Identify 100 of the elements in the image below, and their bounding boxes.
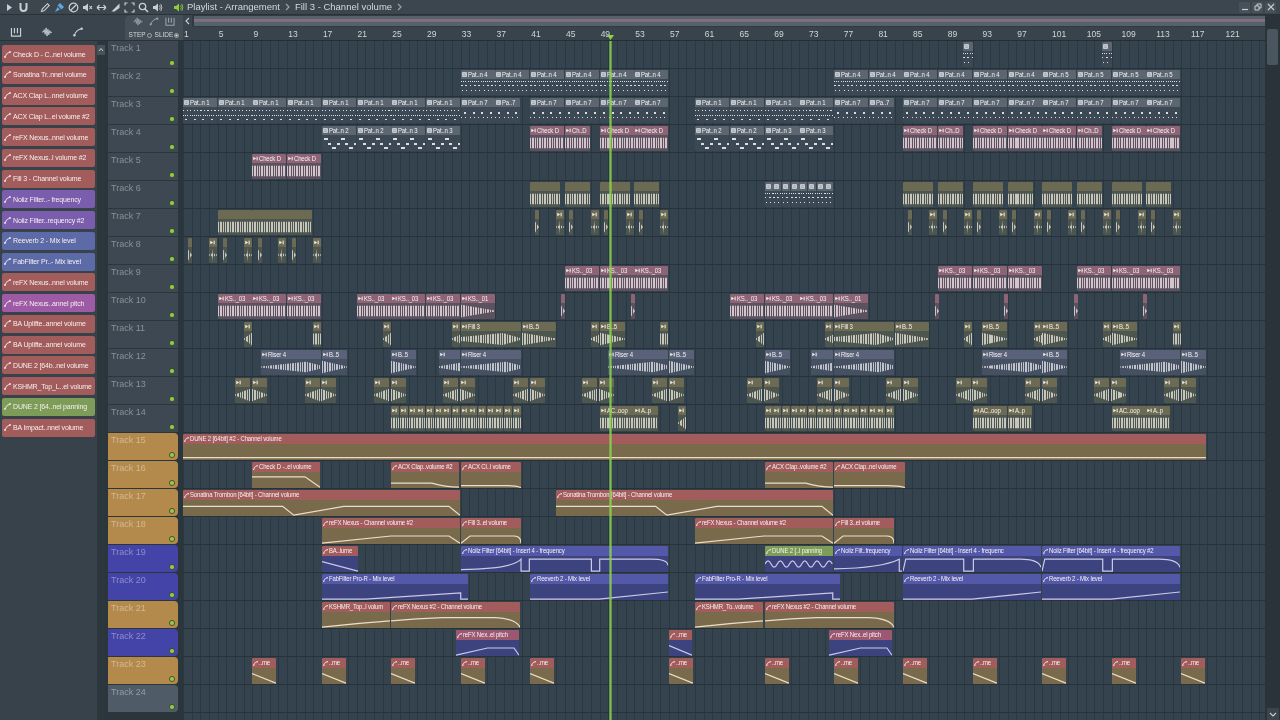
status-dot-icon[interactable] — [169, 396, 175, 402]
timeline-ruler[interactable]: 1 5 9 13 17 21 25 29 33 37 41 45 49 53 57 61 65 69 73 77 81 85 89 93 97 101 105 109 113 117 121 — [183, 27, 1265, 41]
status-dot-icon[interactable] — [169, 564, 175, 570]
audio-clip[interactable] — [886, 406, 894, 431]
audio-clip[interactable] — [1034, 322, 1042, 347]
audio-clip[interactable] — [223, 238, 227, 263]
audio-clip[interactable] — [660, 210, 668, 235]
track-header[interactable]: Track 3 — [108, 97, 178, 124]
pattern-clip[interactable] — [825, 182, 833, 207]
track-header[interactable]: Track 12 — [108, 349, 178, 376]
audio-clip[interactable] — [591, 322, 599, 347]
audio-clip[interactable] — [530, 182, 560, 207]
audio-clip[interactable] — [1116, 210, 1120, 235]
status-dot-icon[interactable] — [169, 508, 175, 514]
audio-clip[interactable] — [999, 210, 1007, 235]
track-header[interactable]: Track 1 — [108, 41, 178, 68]
audio-clip[interactable] — [600, 182, 630, 207]
menu-arrow-icon[interactable] — [4, 1, 15, 13]
status-dot-icon[interactable] — [169, 312, 175, 318]
audio-clip[interactable] — [935, 294, 939, 319]
track-header[interactable]: Track 14 — [108, 405, 178, 432]
speaker-icon[interactable] — [173, 1, 184, 13]
audio-clip[interactable] — [634, 182, 659, 207]
audio-clip[interactable] — [383, 322, 391, 347]
audio-clip[interactable] — [1004, 294, 1008, 319]
audio-clip[interactable] — [929, 210, 937, 235]
audio-clip[interactable] — [513, 406, 521, 431]
audio-clip[interactable] — [313, 238, 321, 263]
waveform-icon[interactable] — [133, 17, 143, 26]
audio-clip[interactable] — [973, 182, 1003, 207]
audio-clip[interactable] — [258, 238, 262, 263]
audio-clip[interactable] — [1042, 182, 1072, 207]
audio-clip[interactable] — [1103, 322, 1111, 347]
audio-clip[interactable] — [639, 210, 643, 235]
audio-clip[interactable] — [1008, 182, 1033, 207]
audio-clip[interactable] — [604, 210, 608, 235]
pattern-clip[interactable] — [799, 182, 807, 207]
pattern-clip[interactable] — [765, 182, 773, 207]
status-dot-icon[interactable] — [169, 648, 175, 654]
left-arrow-icon[interactable] — [183, 15, 192, 27]
audio-clip[interactable] — [977, 210, 981, 235]
audio-clip[interactable] — [817, 378, 832, 403]
audio-clip[interactable] — [582, 378, 597, 403]
audio-clip[interactable] — [1173, 322, 1181, 347]
piano-keys-icon[interactable] — [165, 17, 175, 26]
audio-clip[interactable] — [252, 378, 267, 403]
audio-clip[interactable] — [1034, 210, 1042, 235]
audio-clip[interactable] — [964, 210, 972, 235]
audio-clip[interactable] — [495, 406, 503, 431]
audio-clip[interactable] — [252, 210, 312, 235]
audio-clip[interactable] — [218, 210, 252, 235]
audio-clip[interactable] — [1077, 182, 1102, 207]
audio-clip[interactable] — [903, 378, 918, 403]
track-header[interactable]: Track 19 — [108, 545, 178, 572]
status-dot-icon[interactable] — [169, 256, 175, 262]
status-dot-icon[interactable] — [169, 620, 175, 626]
knife-icon[interactable] — [110, 1, 121, 13]
audio-clip[interactable] — [747, 378, 762, 403]
audio-clip[interactable] — [825, 322, 833, 347]
audio-clip[interactable] — [964, 322, 972, 347]
audio-clip[interactable] — [565, 182, 590, 207]
audio-clip[interactable] — [188, 238, 192, 263]
audio-clip[interactable] — [799, 406, 807, 431]
status-dot-icon[interactable] — [169, 284, 175, 290]
audio-clip[interactable] — [1094, 378, 1109, 403]
brush-icon[interactable] — [54, 1, 65, 13]
audio-clip[interactable] — [652, 378, 667, 403]
audio-clip[interactable] — [660, 322, 668, 347]
track-header[interactable]: Track 5 — [108, 153, 178, 180]
audio-clip[interactable] — [908, 210, 912, 235]
audio-clip[interactable] — [244, 238, 252, 263]
track-header[interactable]: Track 11 — [108, 321, 178, 348]
audio-clip[interactable] — [1143, 294, 1147, 319]
audio-clip[interactable] — [756, 322, 764, 347]
audio-clip[interactable] — [764, 378, 779, 403]
audio-clip[interactable] — [469, 406, 477, 431]
magnifier-icon[interactable] — [138, 1, 149, 13]
audio-clip[interactable] — [391, 406, 399, 431]
waveform-icon[interactable] — [41, 27, 53, 37]
audio-clip[interactable] — [669, 378, 684, 403]
audio-clip[interactable] — [1074, 294, 1078, 319]
mute-icon[interactable] — [82, 1, 93, 13]
audio-clip[interactable] — [631, 294, 635, 319]
audio-clip[interactable] — [452, 406, 460, 431]
selection-frame-icon[interactable] — [124, 1, 135, 13]
audio-clip[interactable] — [478, 406, 486, 431]
audio-clip[interactable] — [1042, 378, 1057, 403]
vertical-scrollbar[interactable] — [1265, 15, 1280, 720]
audio-clip[interactable] — [765, 406, 773, 431]
track-header[interactable]: Track 10 — [108, 293, 178, 320]
track-header[interactable]: Track 8 — [108, 237, 178, 264]
audio-clip[interactable] — [278, 238, 286, 263]
audio-clip[interactable] — [956, 378, 971, 403]
audio-clip[interactable] — [1081, 210, 1085, 235]
audio-clip[interactable] — [1112, 182, 1142, 207]
audio-clip[interactable] — [851, 406, 859, 431]
track-header[interactable]: Track 4 — [108, 125, 178, 152]
magnet-icon[interactable] — [18, 1, 29, 13]
track-header[interactable]: Track 6 — [108, 181, 178, 208]
audio-clip[interactable] — [513, 378, 528, 403]
